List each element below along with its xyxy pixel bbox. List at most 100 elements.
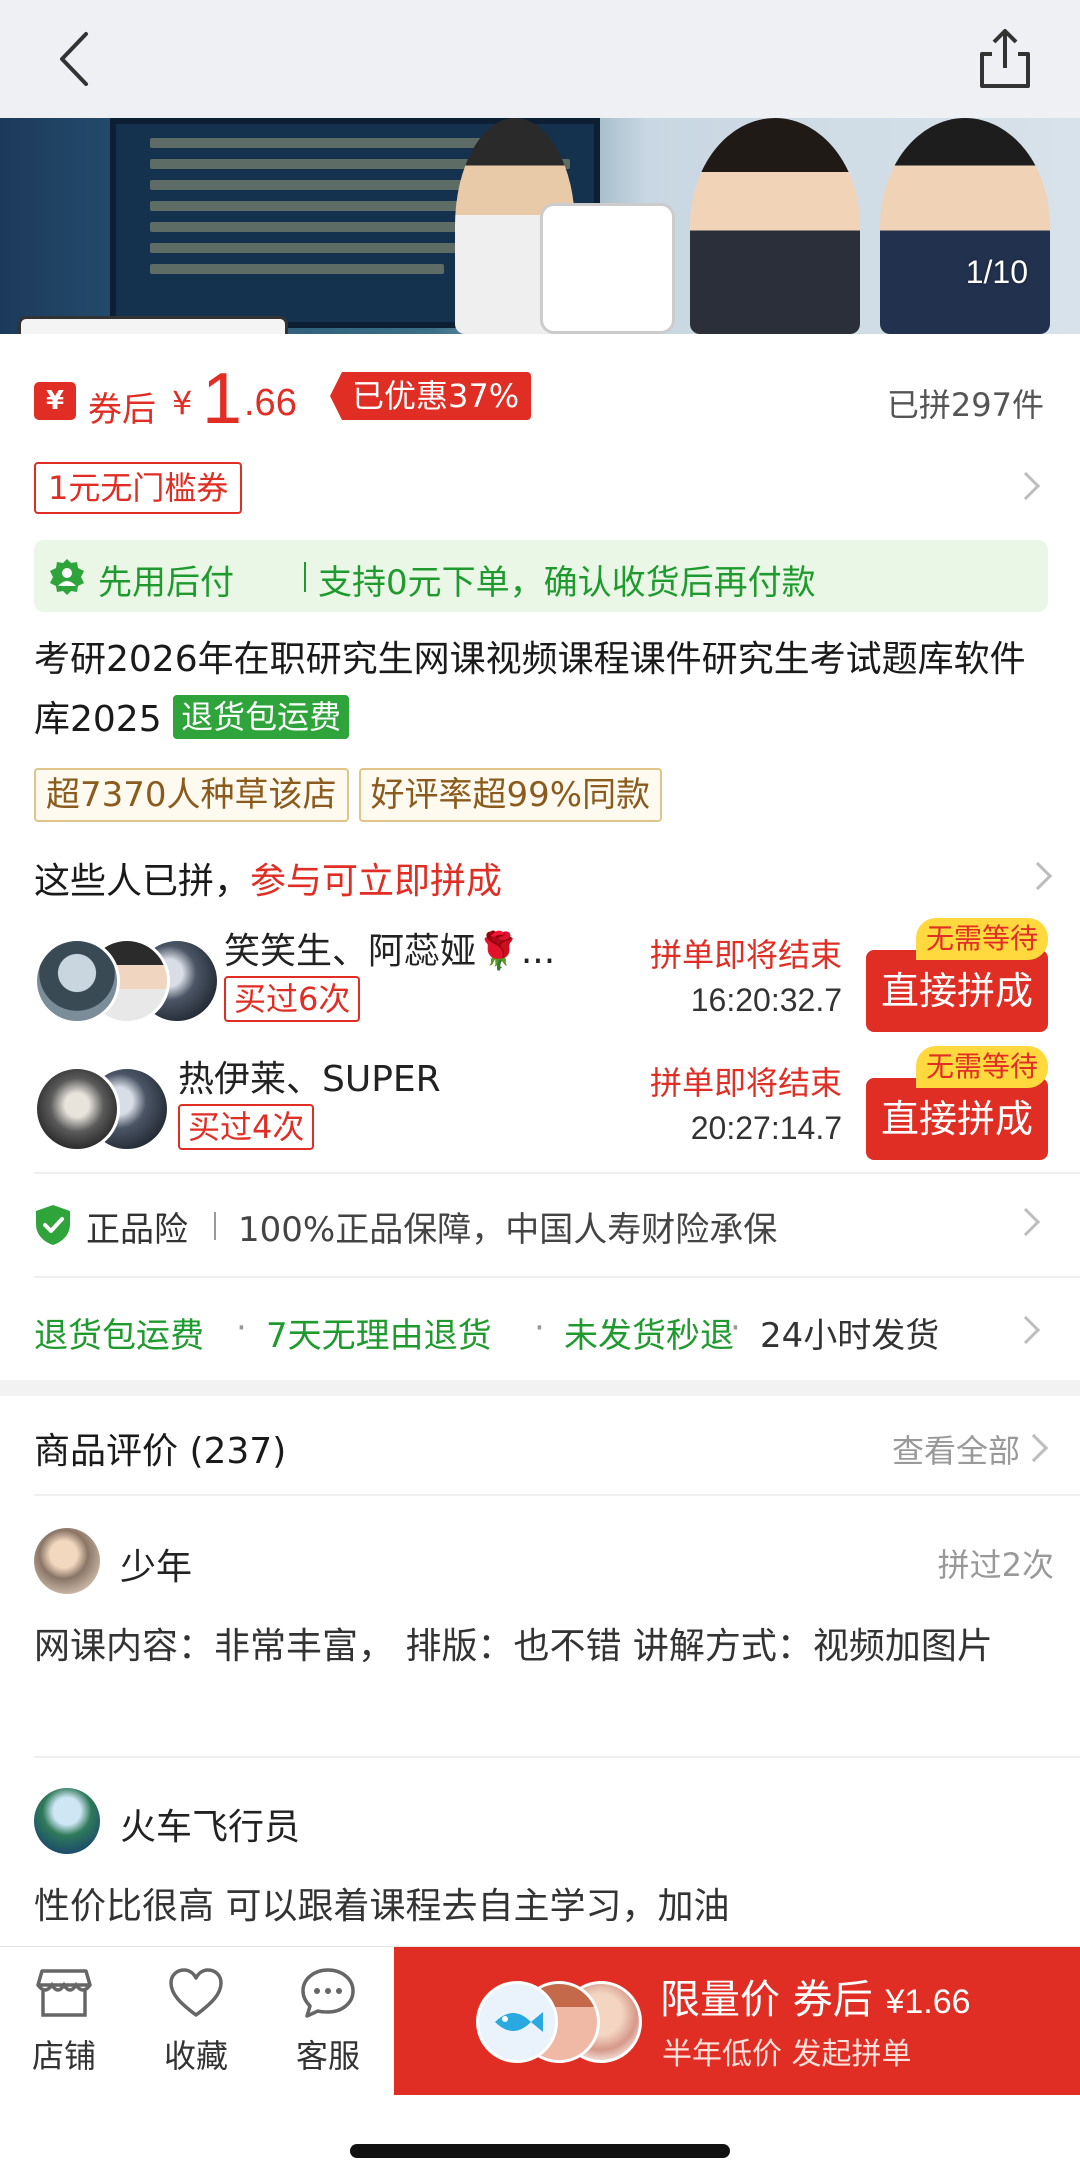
chevron-right-icon <box>1011 1315 1041 1345</box>
reviewer-purchase-count: 拼过2次 <box>937 1546 1054 1584</box>
genuine-guarantee-row[interactable]: 正品险 100%正品保障，中国人寿财险承保 <box>34 1190 1054 1256</box>
fish-icon <box>495 2012 543 2032</box>
share-button[interactable] <box>974 26 1036 92</box>
separator-dot: · <box>730 1308 741 1348</box>
chevron-right-icon <box>1023 861 1053 891</box>
avatar <box>34 1066 120 1152</box>
product-image-carousel[interactable]: 1/10 <box>0 118 1080 334</box>
sold-count: 已拼297件 <box>886 386 1044 424</box>
review-item: 少年 拼过2次 网课内容：非常丰富， 排版：也不错 讲解方式：视频加图片 <box>34 1528 1054 1758</box>
group-buy-item: 笑笑生、阿蕊娅🌹... 买过6次 拼单即将结束 16:20:32.7 直接拼成 … <box>34 918 1048 1040</box>
cta-price: ¥1.66 <box>885 1983 971 2021</box>
review-text: 性价比很高 可以跟着课程去自主学习，加油 <box>34 1886 730 1927</box>
store-tag: 好评率超99%同款 <box>358 768 663 822</box>
see-all-reviews-link[interactable]: 查看全部 <box>892 1426 1020 1472</box>
chevron-right-icon <box>1011 471 1041 501</box>
cta-title-text: 限量价 券后 <box>660 1977 873 2023</box>
group-buy-header-text: 这些人已拼， <box>34 861 251 902</box>
separator-dot: · <box>534 1308 545 1348</box>
price-decimal: .66 <box>244 382 297 424</box>
review-item: 火车飞行员 性价比很高 可以跟着课程去自主学习，加油 <box>34 1788 1054 1948</box>
price-row: ¥ 券后 ¥ 1 .66 已优惠37% 已拼297件 <box>34 359 1054 439</box>
customer-service-tab[interactable]: 客服 <box>268 1961 388 2081</box>
free-return-tag: 退货包运费 <box>173 695 350 739</box>
pay-later-title: 先用后付 <box>98 563 234 603</box>
phone-mockup-image <box>540 203 675 334</box>
reviewer-name: 火车飞行员 <box>120 1807 301 1848</box>
bottom-action-bar: 店铺 收藏 客服 限量价 券后 ¥1.66 半年低价 发起拼单 <box>0 1946 1080 2095</box>
customer-service-tab-label: 客服 <box>295 2037 360 2075</box>
heart-icon <box>169 1968 223 2017</box>
price-integer: 1 <box>202 359 243 439</box>
group-buy-header[interactable]: 这些人已拼，参与可立即拼成 <box>34 852 1054 902</box>
cta-subtitle: 半年低价 发起拼单 <box>662 2037 912 2072</box>
service-item: 7天无理由退货 <box>266 1316 492 1356</box>
no-wait-badge: 无需等待 <box>915 918 1048 960</box>
separator <box>214 1212 216 1240</box>
separator-dot: · <box>236 1308 247 1348</box>
group-buy-header-highlight: 参与可立即拼成 <box>250 861 503 902</box>
chat-icon <box>301 1968 355 2018</box>
favorite-tab-label: 收藏 <box>163 2037 228 2075</box>
favorite-tab[interactable]: 收藏 <box>136 1961 256 2081</box>
after-coupon-label: 券后 <box>88 390 156 430</box>
purchase-count-badge: 买过4次 <box>178 1104 315 1150</box>
avatar <box>34 1528 100 1594</box>
chevron-left-icon <box>60 32 88 86</box>
store-tab-label: 店铺 <box>31 2037 96 2075</box>
coupon-row[interactable]: 1元无门槛券 <box>34 462 1054 514</box>
guarantee-description: 100%正品保障，中国人寿财险承保 <box>238 1210 778 1250</box>
divider <box>34 1276 1080 1278</box>
reviews-title: 商品评价 (237) <box>34 1431 287 1472</box>
top-nav-bar <box>0 0 1080 118</box>
service-item: 未发货秒退 <box>564 1316 734 1356</box>
carousel-page-indicator: 1/10 <box>965 254 1028 290</box>
countdown-timer: 20:27:14.7 <box>690 1110 842 1146</box>
cta-title: 限量价 券后 ¥1.66 <box>660 1967 971 2025</box>
pay-later-description: 支持0元下单，确认收货后再付款 <box>318 563 816 603</box>
chevron-right-icon <box>1011 1207 1041 1237</box>
currency-symbol: ¥ <box>172 384 193 422</box>
teacher-photo <box>690 118 860 334</box>
pay-later-icon <box>50 559 84 595</box>
store-tag: 超7370人种草该店 <box>34 768 349 822</box>
separator <box>304 562 306 592</box>
coupon-yen-icon: ¥ <box>34 382 76 420</box>
join-group-button[interactable]: 直接拼成 <box>866 950 1048 1032</box>
purchase-count-badge: 买过6次 <box>224 976 361 1022</box>
service-item: 退货包运费 <box>34 1316 204 1356</box>
start-group-buy-button[interactable]: 限量价 券后 ¥1.66 半年低价 发起拼单 <box>394 1947 1080 2095</box>
reviewer-name: 少年 <box>120 1547 193 1588</box>
divider <box>34 1172 1080 1174</box>
back-button[interactable] <box>48 26 108 92</box>
store-tags: 超7370人种草该店 好评率超99%同款 <box>34 768 672 822</box>
section-gap <box>0 1380 1080 1396</box>
shield-check-icon <box>36 1205 70 1245</box>
avatar <box>34 938 120 1024</box>
coupon-tag[interactable]: 1元无门槛券 <box>34 462 243 514</box>
divider <box>34 1756 1080 1758</box>
teacher-photo <box>880 118 1050 334</box>
laptop-image <box>18 316 288 334</box>
store-icon <box>36 1969 92 2017</box>
pay-later-banner[interactable]: 先用后付 支持0元下单，确认收货后再付款 <box>34 540 1048 612</box>
service-promises-row[interactable]: 退货包运费 · 7天无理由退货 · 未发货秒退 · 24小时发货 <box>34 1296 1054 1362</box>
chevron-right-icon <box>1019 1433 1049 1463</box>
share-icon <box>980 29 1030 88</box>
service-item: 24小时发货 <box>760 1316 940 1356</box>
store-tab[interactable]: 店铺 <box>4 1961 124 2081</box>
no-wait-badge: 无需等待 <box>915 1046 1048 1088</box>
reviews-header[interactable]: 商品评价 (237) 查看全部 <box>34 1418 1054 1478</box>
group-buy-item: 热伊莱、SUPER 买过4次 拼单即将结束 20:27:14.7 直接拼成 无需… <box>34 1046 1048 1168</box>
guarantee-title: 正品险 <box>86 1210 188 1250</box>
product-title: 考研2026年在职研究生网课视频课程课件研究生考试题库软件库2025 退货包运费 <box>34 630 1044 750</box>
group-member-names: 热伊莱、SUPER <box>178 1059 441 1100</box>
review-text: 网课内容：非常丰富， 排版：也不错 讲解方式：视频加图片 <box>34 1626 993 1667</box>
discount-badge: 已优惠37% <box>330 372 532 420</box>
group-ending-label: 拼单即将结束 <box>649 936 842 974</box>
join-group-button[interactable]: 直接拼成 <box>866 1078 1048 1160</box>
avatar-stack <box>476 1981 642 2063</box>
avatar <box>34 1788 100 1854</box>
countdown-timer: 16:20:32.7 <box>690 982 842 1018</box>
avatar <box>476 1981 558 2063</box>
